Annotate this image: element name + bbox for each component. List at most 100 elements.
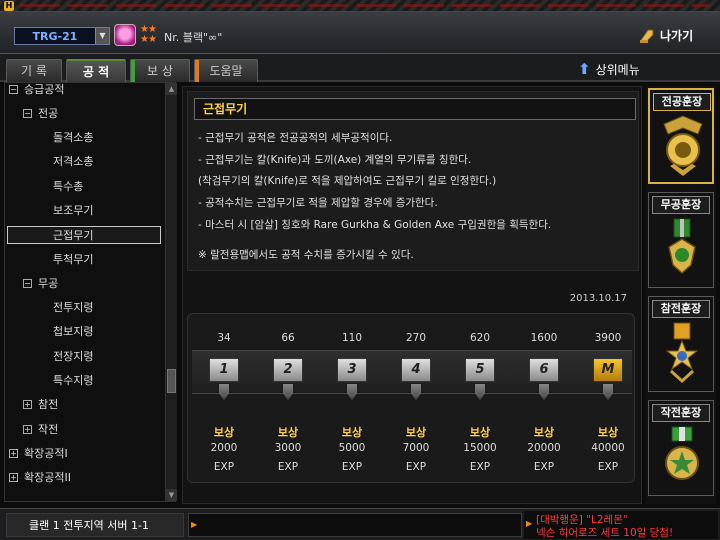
master-badge-icon: M bbox=[593, 358, 623, 382]
step-pointer bbox=[411, 384, 421, 400]
up-menu-button[interactable]: ⬆ 상위메뉴 bbox=[578, 60, 640, 78]
tree-item-label: 첩보지령 bbox=[53, 325, 94, 338]
medal-title: 전공훈장 bbox=[653, 93, 711, 111]
step-badge-icon: 4 bbox=[401, 358, 431, 382]
chat-input[interactable]: ▶ bbox=[188, 513, 522, 537]
medal-column: 전공훈장 무공훈장 참전훈장 작전훈장 bbox=[646, 86, 716, 504]
expand-icon[interactable]: + bbox=[9, 449, 18, 458]
reward-unit: EXP bbox=[597, 461, 619, 473]
up-menu-label: 상위메뉴 bbox=[595, 62, 640, 77]
server-select-value: TRG-21 bbox=[32, 29, 78, 43]
tree-item-label: 투척무기 bbox=[53, 253, 94, 266]
tree-item-sniper-rifle[interactable]: 저격소총 bbox=[53, 153, 93, 171]
notice-line: 넥슨 히어로즈 세트 10일 당첨! bbox=[536, 527, 674, 539]
tree-item-field-order[interactable]: 전장지령 bbox=[53, 348, 93, 366]
tree-item-label: 작전 bbox=[38, 423, 59, 436]
step-pointer bbox=[347, 384, 357, 400]
tree-item-label: 승급공적 bbox=[24, 83, 65, 96]
tree-item-throwing[interactable]: 투척무기 bbox=[53, 251, 93, 269]
medal-title: 작전훈장 bbox=[652, 404, 710, 422]
medal-card-valor[interactable]: 무공훈장 bbox=[648, 192, 714, 288]
tab-help[interactable]: 도움말 bbox=[194, 59, 258, 82]
header: TRG-21 ▼ ★ ★ ★ ★ Nr. 블랙"∞" 나가기 bbox=[0, 12, 720, 54]
tree-item-extended-2[interactable]: + 확장공적II bbox=[9, 469, 71, 487]
scroll-up-icon[interactable]: ▲ bbox=[166, 83, 177, 95]
tree-item-participation[interactable]: + 참전 bbox=[23, 396, 58, 414]
tab-bar: 기 록 공 적 보 상 도움말 ⬆ 상위메뉴 bbox=[0, 54, 720, 82]
tab-accent bbox=[195, 60, 199, 82]
operation-medal-icon bbox=[665, 426, 699, 480]
reward-amount: 20000 bbox=[527, 442, 561, 454]
tree-item-intel-order[interactable]: 첩보지령 bbox=[53, 323, 93, 341]
achievement-detail: 근접무기 - 근접무기 공적은 전공공적의 세부공적이다. - 근접무기는 칼(… bbox=[182, 86, 642, 504]
tree-item-secondary[interactable]: 보조무기 bbox=[53, 202, 93, 220]
participation-medal-icon bbox=[665, 322, 699, 384]
step-requirement: 34 bbox=[217, 332, 231, 344]
tree-item-special-gun[interactable]: 특수총 bbox=[53, 178, 83, 196]
step-badge-icon: 3 bbox=[337, 358, 367, 382]
medal-card-merit[interactable]: 전공훈장 bbox=[648, 88, 714, 184]
tree-item-label: 보조무기 bbox=[53, 204, 94, 217]
tree-item-label: 전장지령 bbox=[53, 350, 94, 363]
expand-icon[interactable]: + bbox=[9, 473, 18, 482]
description-box: 근접무기 - 근접무기 공적은 전공공적의 세부공적이다. - 근접무기는 칼(… bbox=[187, 91, 639, 271]
tab-record[interactable]: 기 록 bbox=[6, 59, 62, 82]
tree-item-assault-rifle[interactable]: 돌격소총 bbox=[53, 129, 93, 147]
notice-ticker: ▶ [대박행운] "L2레몬" 넥슨 히어로즈 세트 10일 당첨! bbox=[524, 511, 718, 539]
reward-unit: EXP bbox=[533, 461, 555, 473]
sidebar-scrollbar[interactable]: ▲ ▼ bbox=[165, 83, 177, 501]
tree-item-special-order[interactable]: 특수지령 bbox=[53, 372, 93, 390]
exit-icon bbox=[640, 29, 654, 43]
step-requirement: 110 bbox=[341, 332, 363, 344]
medal-title: 참전훈장 bbox=[652, 300, 710, 318]
tree-item-extended-1[interactable]: + 확장공적I bbox=[9, 445, 68, 463]
tab-reward[interactable]: 보 상 bbox=[130, 59, 190, 82]
medal-card-participation[interactable]: 참전훈장 bbox=[648, 296, 714, 392]
tab-label: 보 상 bbox=[147, 64, 173, 78]
tree-item-valor[interactable]: − 무공 bbox=[23, 275, 58, 293]
app-logo: H bbox=[4, 1, 14, 11]
expand-icon[interactable]: + bbox=[23, 400, 32, 409]
tab-label: 공 적 bbox=[82, 65, 110, 79]
tree-item-label: 근접무기 bbox=[53, 229, 94, 242]
tree-item-combat-order[interactable]: 전투지령 bbox=[53, 299, 93, 317]
description-line: - 공적수치는 근접무기로 적을 제압할 경우에 증가한다. bbox=[198, 197, 438, 209]
decorative-stripe bbox=[20, 4, 710, 7]
scroll-down-icon[interactable]: ▼ bbox=[166, 489, 177, 501]
expand-icon[interactable]: + bbox=[23, 425, 32, 434]
tab-label: 기 록 bbox=[21, 64, 47, 78]
status-bar: 클랜 1 전투지역 서버 1-1 ▶ ▶ [대박행운] "L2레몬" 넥슨 히어… bbox=[0, 508, 720, 540]
step-pointer bbox=[219, 384, 229, 400]
description-line: - 근접무기 공적은 전공공적의 세부공적이다. bbox=[198, 132, 393, 144]
tree-item-label: 전투지령 bbox=[53, 301, 94, 314]
notice-arrow-icon: ▶ bbox=[526, 519, 533, 528]
reward-label: 보상 bbox=[533, 426, 555, 439]
tree-item-promotion[interactable]: − 승급공적 bbox=[9, 81, 64, 99]
collapse-icon[interactable]: − bbox=[9, 85, 18, 94]
exit-button[interactable]: 나가기 bbox=[638, 22, 710, 48]
tree-item-label: 특수총 bbox=[53, 180, 84, 193]
scrollbar-thumb[interactable] bbox=[167, 369, 176, 393]
tree-item-merit[interactable]: − 전공 bbox=[23, 105, 58, 123]
description-line: (착검무기의 칼(Knife)로 적을 제압하여도 근접무기 킬로 인정한다.) bbox=[198, 175, 497, 187]
reward-label: 보상 bbox=[277, 426, 299, 439]
chevron-down-icon[interactable]: ▼ bbox=[95, 28, 109, 44]
reward-unit: EXP bbox=[469, 461, 491, 473]
valor-medal-icon bbox=[668, 218, 696, 275]
server-select[interactable]: TRG-21 ▼ bbox=[14, 27, 110, 45]
description-line: - 마스터 시 [암살] 칭호와 Rare Gurkha & Golden Ax… bbox=[198, 219, 552, 231]
arrow-up-icon: ⬆ bbox=[578, 60, 591, 78]
step-requirement: 270 bbox=[405, 332, 427, 344]
reward-amount: 15000 bbox=[463, 442, 497, 454]
tree-item-label: 전공 bbox=[38, 107, 59, 120]
collapse-icon[interactable]: − bbox=[23, 279, 32, 288]
chat-arrow-icon: ▶ bbox=[191, 520, 198, 529]
tab-achievement[interactable]: 공 적 bbox=[66, 59, 126, 82]
tree-item-operation[interactable]: + 작전 bbox=[23, 421, 58, 439]
collapse-icon[interactable]: − bbox=[23, 109, 32, 118]
reward-amount: 7000 bbox=[402, 442, 430, 454]
reward-unit: EXP bbox=[405, 461, 427, 473]
medal-card-operation[interactable]: 작전훈장 bbox=[648, 400, 714, 496]
reward-label: 보상 bbox=[213, 426, 235, 439]
tree-item-melee[interactable]: 근접무기 bbox=[7, 226, 161, 244]
